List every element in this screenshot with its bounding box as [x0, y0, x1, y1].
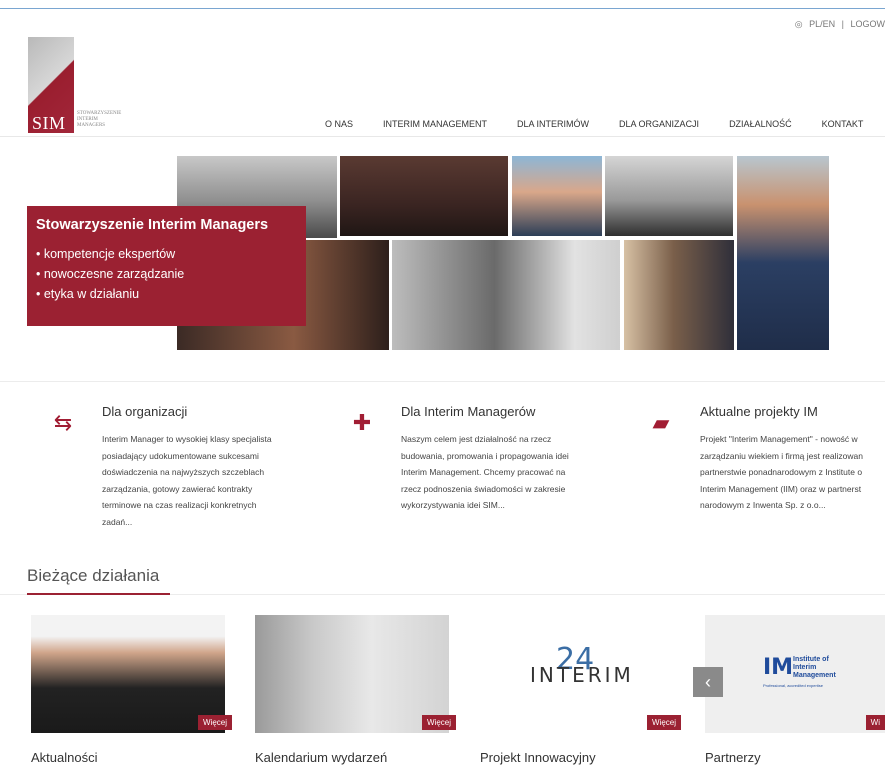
feature-text: Interim Manager to wysokiej klasy specja…: [102, 434, 272, 527]
sim-logo[interactable]: SIM Stowarzyszenie Interim Managers: [28, 37, 138, 137]
folder-open-icon: ▰: [652, 410, 670, 435]
feature-dla-organizacji: ⇆ Dla organizacji Interim Manager to wys…: [54, 404, 302, 530]
card-image: [31, 615, 225, 733]
card-partnerzy[interactable]: IM Institute of Interim Management Profe…: [705, 615, 885, 733]
more-button[interactable]: Wi: [865, 715, 885, 730]
feature-title[interactable]: Dla Interim Managerów: [401, 404, 601, 419]
section-underline: [27, 593, 170, 595]
carousel-prev-button[interactable]: ‹: [693, 667, 723, 697]
feature-text: Naszym celem jest działalność na rzecz b…: [401, 434, 569, 510]
nav-kontakt[interactable]: KONTAKT: [807, 119, 879, 129]
login-link[interactable]: LOGOW: [850, 19, 885, 29]
globe-icon: ◎: [794, 19, 803, 29]
hero-photo: [605, 156, 733, 236]
hero-bullet: etyka w działaniu: [36, 284, 297, 304]
hero-title: Stowarzyszenie Interim Managers: [36, 217, 269, 233]
main-nav: O NAS INTERIM MANAGEMENT DLA INTERIMÓW D…: [310, 119, 878, 129]
nav-dla-interimow[interactable]: DLA INTERIMÓW: [502, 119, 604, 129]
feature-title[interactable]: Aktualne projekty IM: [700, 404, 885, 419]
feature-title[interactable]: Dla organizacji: [102, 404, 302, 419]
logo-subtitle: Stowarzyszenie Interim Managers: [77, 111, 122, 128]
more-button[interactable]: Więcej: [197, 715, 232, 730]
hero-photo: [392, 240, 620, 350]
iim-logo: IM: [763, 655, 794, 680]
iim-logo-sub: Professional, accredited expertise: [763, 683, 824, 688]
hero-photo: [340, 156, 508, 236]
nav-dzialalnosc[interactable]: DZIAŁALNOŚĆ: [714, 119, 807, 129]
section-title: Bieżące działania: [27, 566, 160, 585]
section-divider: [0, 381, 885, 382]
hero-photo: [737, 156, 829, 350]
lang-label[interactable]: PL/EN: [809, 19, 835, 29]
card-caption[interactable]: Partnerzy: [705, 750, 761, 765]
interim24-logo: INTERIM: [530, 663, 634, 687]
more-button[interactable]: Więcej: [421, 715, 456, 730]
nav-dla-organizacji[interactable]: DLA ORGANIZACJI: [604, 119, 714, 129]
hero-photo: [624, 240, 734, 350]
nav-o-nas[interactable]: O NAS: [310, 119, 368, 129]
hero-photo: [512, 156, 602, 236]
feature-aktualne-projekty: ▰ Aktualne projekty IM Projekt "Interim …: [653, 404, 885, 514]
feature-text: Projekt "Interim Management" - nowość w …: [700, 434, 863, 510]
card-caption[interactable]: Kalendarium wydarzeń: [255, 750, 387, 765]
card-caption[interactable]: Aktualności: [31, 750, 97, 765]
more-button[interactable]: Więcej: [646, 715, 681, 730]
hero-bullet: nowoczesne zarządzanie: [36, 264, 297, 284]
puzzle-icon: ✚: [352, 410, 372, 435]
iim-logo-text: Institute of Interim Management: [793, 656, 836, 679]
nav-interim-management[interactable]: INTERIM MANAGEMENT: [368, 119, 502, 129]
card-projekt-innowacyjny[interactable]: 24 INTERIM Więcej: [480, 615, 681, 733]
hero-bullet: kompetencje ekspertów: [36, 244, 297, 264]
feature-dla-interim-managerow: ✚ Dla Interim Managerów Naszym celem jes…: [353, 404, 601, 514]
top-rule: [0, 8, 885, 9]
swap-arrows-icon: ⇆: [53, 410, 73, 435]
hero-banner: Stowarzyszenie Interim Managers kompeten…: [27, 206, 306, 326]
card-image: [255, 615, 449, 733]
card-aktualnosci[interactable]: Więcej: [31, 615, 232, 733]
card-kalendarium[interactable]: Więcej: [255, 615, 456, 733]
card-caption[interactable]: Projekt Innowacyjny: [480, 750, 596, 765]
hero-bullets: kompetencje ekspertów nowoczesne zarządz…: [36, 244, 297, 304]
language-switch[interactable]: ◎ PL/EN | LOGOW: [791, 19, 885, 30]
nav-divider: [0, 136, 885, 137]
logo-text: SIM: [32, 113, 66, 133]
